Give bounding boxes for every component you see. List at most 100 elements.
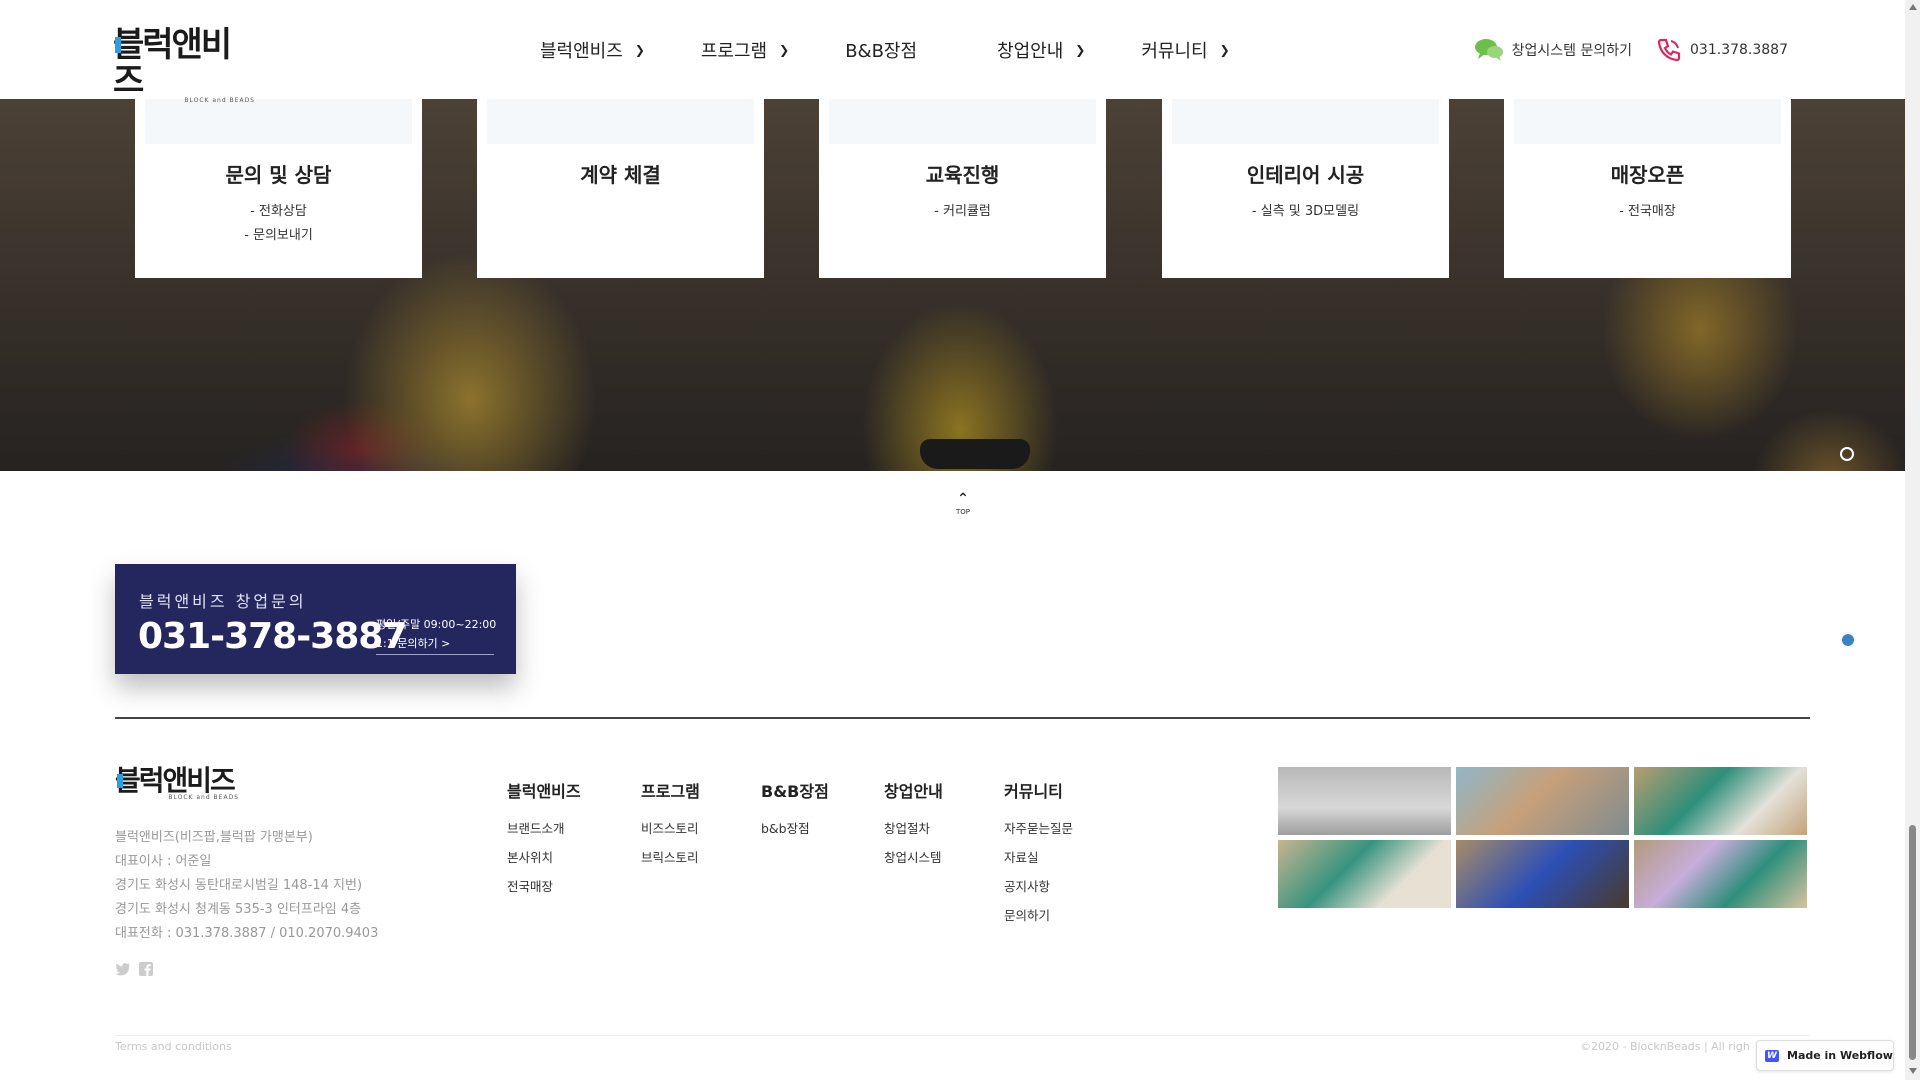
card-subitem: - 전국매장 <box>1619 204 1676 219</box>
footer-link[interactable]: 자주묻는질문 <box>1004 820 1073 837</box>
twitter-icon[interactable] <box>115 962 131 976</box>
footer-col-title[interactable]: 창업안내 <box>884 778 943 802</box>
gallery-photo-child-with-model[interactable] <box>1634 840 1807 908</box>
company-info: 블럭앤비즈(비즈팝,블럭팝 가맹본부) 대표이사 : 어준일 경기도 화성시 동… <box>115 826 378 946</box>
contact-title: 블럭앤비즈 창업문의 <box>139 592 307 611</box>
step-card-education: 교육진행 - 커리큘럼 <box>819 99 1106 278</box>
address-2: 경기도 화성시 청계동 535-3 인터프라임 4층 <box>115 902 362 917</box>
footer-logo[interactable]: 블럭앤비즈 BLOCK and BEADS <box>115 766 239 808</box>
contact-hours: 평일/주말 09:00~22:00 <box>376 618 497 631</box>
header-contact: 창업시스템 문의하기 031.378.3887 <box>1474 0 1788 99</box>
scrollbar-thumb[interactable] <box>1909 825 1916 1060</box>
section-nav-dot[interactable] <box>1840 447 1854 461</box>
footer-link[interactable]: 브랜드소개 <box>507 820 581 837</box>
contact-box: 블럭앤비즈 창업문의 031-378-3887 평일/주말 09:00~22:0… <box>115 564 516 674</box>
gallery-photo-bead-craft[interactable] <box>1456 840 1629 908</box>
vertical-scrollbar[interactable] <box>1905 0 1920 1080</box>
card-subitem: - 실측 및 3D모델링 <box>1251 204 1360 219</box>
chevron-down-icon: ❯ <box>1219 42 1230 57</box>
footer-link[interactable]: 전국매장 <box>507 878 581 895</box>
step-card-interior: 인테리어 시공 - 실측 및 3D모델링 <box>1162 99 1449 278</box>
card-subitem: - 커리큘럼 <box>934 204 991 219</box>
one-to-one-inquiry-link[interactable]: 1:1 문의하기 > <box>376 635 494 655</box>
card-illustration <box>1172 99 1439 144</box>
contact-phone[interactable]: 031-378-3887 <box>138 616 407 657</box>
footer-link[interactable]: 본사위치 <box>507 849 581 866</box>
card-title: 매장오픈 <box>1610 163 1685 187</box>
photo-gallery <box>1278 767 1808 908</box>
footer-col-title[interactable]: 커뮤니티 <box>1004 778 1073 802</box>
scroll-up-arrow-icon[interactable] <box>1909 4 1917 10</box>
scroll-top-button[interactable]: ⌃ TOP <box>950 492 976 528</box>
nav-item-advantages[interactable]: B&B장점 <box>845 37 917 63</box>
logo-accent <box>117 774 123 788</box>
site-header: 블럭앤비즈 BLOCK and BEADS 블럭앤비즈 ❯ 프로그램 ❯ B&B장점… <box>0 0 1905 104</box>
step-card-contract: 계약 체결 <box>477 99 764 278</box>
logo-text: 블럭앤비즈 <box>113 25 232 101</box>
footer-col-startup-guide: 창업안내 창업절차 창업시스템 <box>884 778 943 878</box>
footer-link[interactable]: b&b장점 <box>761 820 829 837</box>
hero-figure-glasses <box>920 439 1030 469</box>
divider <box>115 1035 1810 1036</box>
ceo: 대표이사 : 어준일 <box>115 854 212 869</box>
footer-col-title[interactable]: 블럭앤비즈 <box>507 778 581 802</box>
chevron-up-icon: ⌃ <box>957 491 969 507</box>
nav-item-program[interactable]: 프로그램 ❯ <box>701 37 789 63</box>
section-nav-dot-active[interactable] <box>1842 634 1854 646</box>
top-label: TOP <box>955 508 970 516</box>
footer-link[interactable]: 자료실 <box>1004 849 1073 866</box>
step-card-opening: 매장오픈 - 전국매장 <box>1504 99 1791 278</box>
step-card-consult: 문의 및 상담 - 전화상담 - 문의보내기 <box>135 99 422 278</box>
facebook-icon[interactable] <box>139 962 153 976</box>
card-subitem: - 전화상담 <box>250 204 307 219</box>
footer-col-title[interactable]: B&B장점 <box>761 778 829 802</box>
footer-col-advantages: B&B장점 b&b장점 <box>761 778 829 849</box>
card-title: 계약 체결 <box>580 163 661 187</box>
card-illustration <box>487 99 754 144</box>
copyright: ©2020 - BlocknBeads | All righ <box>1580 1040 1750 1053</box>
main-phone: 대표전화 : 031.378.3887 / 010.2070.9403 <box>115 926 379 941</box>
footer-col-community: 커뮤니티 자주묻는질문 자료실 공지사항 문의하기 <box>1004 778 1073 936</box>
gallery-photo-child-crafting[interactable] <box>1634 767 1807 835</box>
card-title: 문의 및 상담 <box>225 163 332 187</box>
social-links <box>115 962 153 976</box>
card-title: 인테리어 시공 <box>1246 163 1365 187</box>
card-title: 교육진행 <box>925 163 1000 187</box>
scroll-down-arrow-icon[interactable] <box>1909 1068 1917 1074</box>
site-logo[interactable]: 블럭앤비즈 BLOCK and BEADS <box>113 27 255 104</box>
gallery-photo-store-sign[interactable] <box>1278 767 1451 835</box>
chevron-down-icon: ❯ <box>634 42 645 57</box>
address-1: 경기도 화성시 동탄대로시범길 148-14 지번) <box>115 878 363 893</box>
footer-link[interactable]: 창업시스템 <box>884 849 943 866</box>
divider <box>115 717 1810 719</box>
terms-link[interactable]: Terms and conditions <box>115 1040 232 1053</box>
nav-item-startup-guide[interactable]: 창업안내 ❯ <box>997 37 1085 63</box>
footer-link[interactable]: 문의하기 <box>1004 907 1073 924</box>
logo-accent <box>115 37 121 53</box>
chevron-down-icon: ❯ <box>1075 42 1086 57</box>
webflow-badge[interactable]: W Made in Webflow <box>1756 1040 1894 1071</box>
footer-link[interactable]: 공지사항 <box>1004 878 1073 895</box>
webflow-badge-label: Made in Webflow <box>1787 1049 1893 1062</box>
card-subitem: - 문의보내기 <box>244 228 313 243</box>
gallery-photo-dinosaur-model[interactable] <box>1456 767 1629 835</box>
webflow-logo-icon: W <box>1765 1049 1779 1062</box>
phone-icon <box>1657 38 1681 61</box>
footer-link[interactable]: 비즈스토리 <box>641 820 700 837</box>
main-nav: 블럭앤비즈 ❯ 프로그램 ❯ B&B장점 창업안내 ❯ 커뮤니티 ❯ <box>540 0 1230 99</box>
logo-text: 블럭앤비즈 <box>115 764 236 797</box>
card-illustration <box>1514 99 1781 144</box>
footer-link[interactable]: 창업절차 <box>884 820 943 837</box>
footer-col-blockandbeads: 블럭앤비즈 브랜드소개 본사위치 전국매장 <box>507 778 581 907</box>
nav-item-blockandbeads[interactable]: 블럭앤비즈 ❯ <box>540 37 645 63</box>
gallery-photo-child-at-table[interactable] <box>1278 840 1451 908</box>
footer-col-program: 프로그램 비즈스토리 브릭스토리 <box>641 778 700 878</box>
header-phone[interactable]: 031.378.3887 <box>1690 42 1788 58</box>
inquiry-link[interactable]: 창업시스템 문의하기 <box>1512 40 1632 60</box>
card-illustration <box>145 99 412 144</box>
nav-item-community[interactable]: 커뮤니티 ❯ <box>1141 37 1229 63</box>
company-name: 블럭앤비즈(비즈팝,블럭팝 가맹본부) <box>115 830 313 845</box>
chevron-down-icon: ❯ <box>779 42 790 57</box>
footer-col-title[interactable]: 프로그램 <box>641 778 700 802</box>
footer-link[interactable]: 브릭스토리 <box>641 849 700 866</box>
